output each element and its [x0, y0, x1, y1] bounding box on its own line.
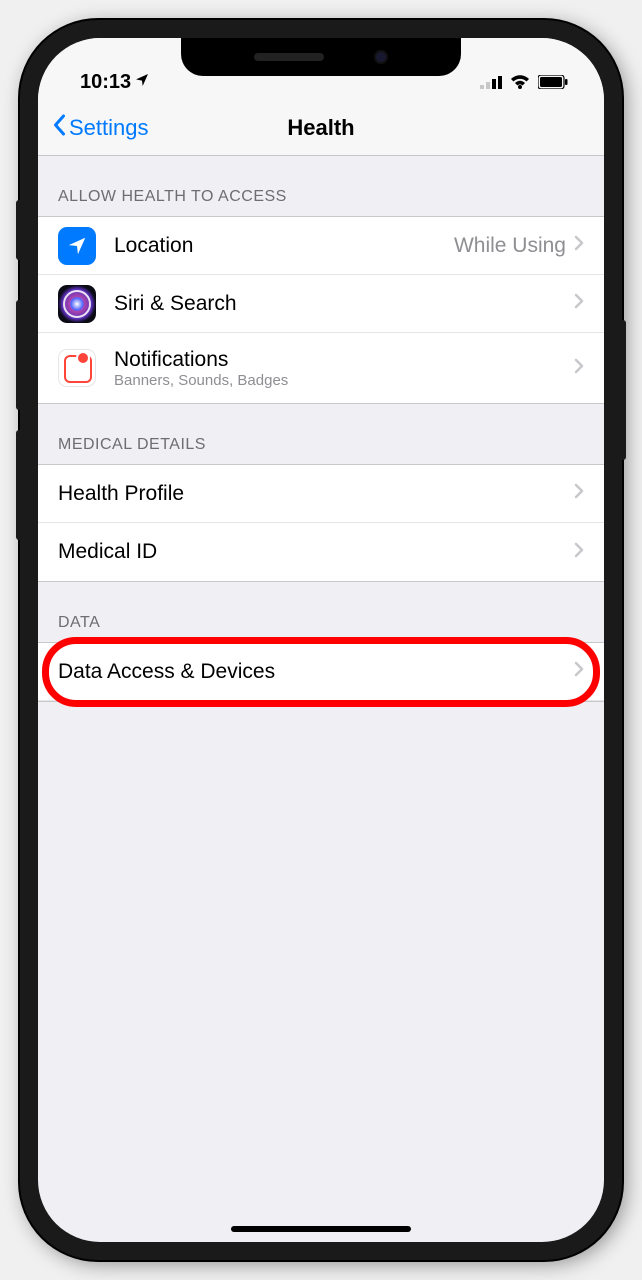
siri-icon — [58, 285, 96, 323]
phone-frame: 10:13 — [20, 20, 622, 1260]
row-label: Siri & Search — [114, 292, 574, 316]
power-button-decor — [622, 320, 626, 460]
chevron-right-icon — [574, 235, 584, 256]
chevron-right-icon — [574, 293, 584, 314]
chevron-right-icon — [574, 661, 584, 682]
screen: 10:13 — [38, 38, 604, 1242]
battery-icon — [538, 75, 568, 94]
section-header-data: DATA — [38, 582, 604, 642]
row-sublabel: Banners, Sounds, Badges — [114, 372, 574, 389]
row-label: Location — [114, 234, 454, 258]
status-time: 10:13 — [80, 71, 131, 94]
location-arrow-icon — [134, 71, 150, 94]
back-button[interactable]: Settings — [52, 114, 149, 142]
chevron-right-icon — [574, 358, 584, 379]
nav-bar: Settings Health — [38, 100, 604, 156]
group-access: Location While Using Siri & Search Notif… — [38, 216, 604, 404]
status-right — [480, 75, 568, 94]
section-header-medical: MEDICAL DETAILS — [38, 404, 604, 464]
row-health-profile[interactable]: Health Profile — [38, 465, 604, 523]
signal-icon — [480, 75, 502, 94]
row-label: Health Profile — [58, 482, 574, 506]
row-label: Notifications — [114, 348, 574, 372]
row-label: Medical ID — [58, 540, 574, 564]
chevron-right-icon — [574, 483, 584, 504]
location-icon — [58, 227, 96, 265]
speaker-grill — [254, 53, 324, 61]
chevron-left-icon — [52, 114, 67, 142]
chevron-right-icon — [574, 542, 584, 563]
section-header-access: ALLOW HEALTH TO ACCESS — [38, 156, 604, 216]
row-notifications[interactable]: Notifications Banners, Sounds, Badges — [38, 333, 604, 403]
row-data-access-devices[interactable]: Data Access & Devices — [38, 643, 604, 701]
group-medical: Health Profile Medical ID — [38, 464, 604, 582]
notifications-icon — [58, 349, 96, 387]
notch — [181, 38, 461, 76]
group-data: Data Access & Devices — [38, 642, 604, 702]
home-indicator[interactable] — [231, 1226, 411, 1232]
status-time-group: 10:13 — [80, 71, 150, 94]
row-medical-id[interactable]: Medical ID — [38, 523, 604, 581]
row-location[interactable]: Location While Using — [38, 217, 604, 275]
front-camera — [374, 50, 388, 64]
content: ALLOW HEALTH TO ACCESS Location While Us… — [38, 156, 604, 702]
row-value: While Using — [454, 234, 566, 258]
wifi-icon — [510, 75, 530, 94]
row-siri-search[interactable]: Siri & Search — [38, 275, 604, 333]
row-label: Data Access & Devices — [58, 660, 574, 684]
back-label: Settings — [69, 115, 149, 141]
